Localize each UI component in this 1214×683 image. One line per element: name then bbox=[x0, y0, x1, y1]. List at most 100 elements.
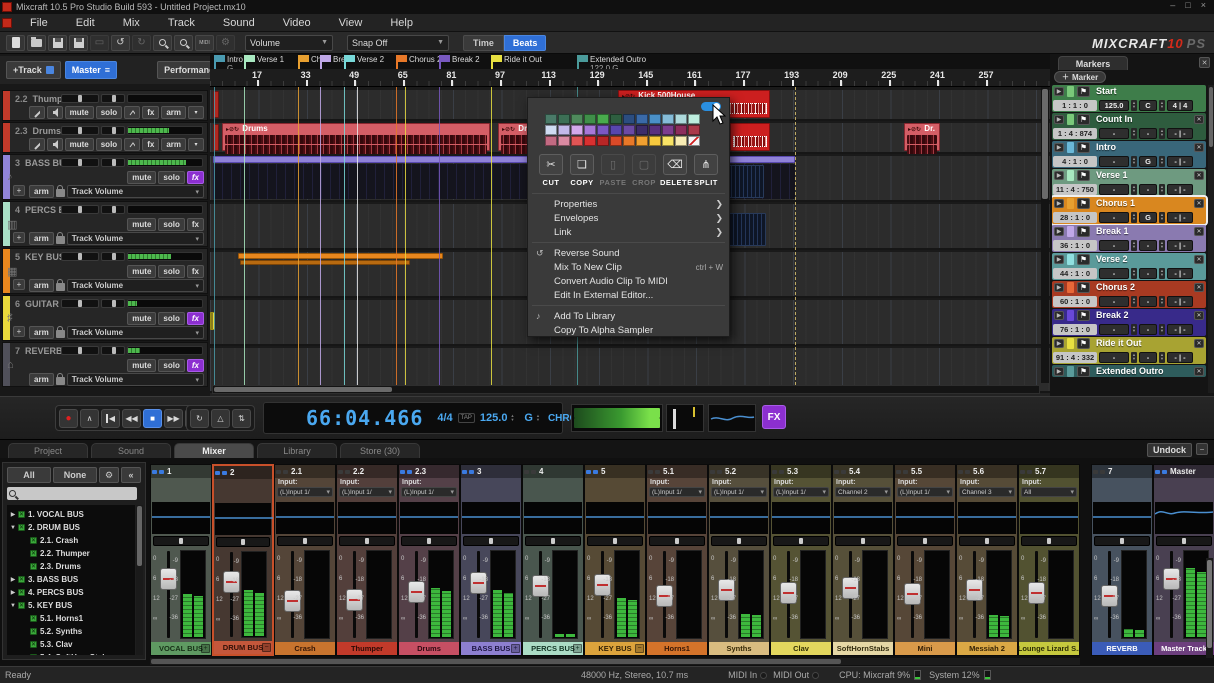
key-spinner[interactable]: ▲▼ bbox=[1159, 268, 1165, 279]
expand-icon[interactable]: ▶ bbox=[1054, 115, 1064, 124]
arrange-vertical-scrollbar[interactable] bbox=[1041, 87, 1049, 383]
rewind-button[interactable]: ◀◀ bbox=[122, 409, 141, 428]
channel-collapse-toggle[interactable]: + bbox=[201, 644, 210, 653]
color-swatch[interactable] bbox=[610, 114, 622, 124]
tree-item-2-drum-bus[interactable]: ▼✕2. DRUM BUS bbox=[7, 521, 135, 534]
marker-timesig[interactable]: - | - bbox=[1167, 184, 1193, 195]
mixer-strip-5.5[interactable]: 5.5Input:(L)Input 1/▾0612∞-9-18-27-36Min… bbox=[894, 464, 956, 656]
channel-eq-display[interactable] bbox=[524, 502, 582, 534]
mixer-strip-2.2[interactable]: 2.2Input:(L)Input 1/▾0612∞-9-18-27-36Thu… bbox=[336, 464, 398, 656]
tree-item-3-bass-bus[interactable]: ▶✕3. BASS BUS bbox=[7, 573, 135, 586]
scrollbar-thumb[interactable] bbox=[214, 387, 392, 392]
input-dropdown[interactable]: (L)Input 1/▾ bbox=[773, 487, 829, 497]
pan-slider[interactable] bbox=[153, 536, 209, 546]
marker-tempo[interactable]: - bbox=[1099, 184, 1129, 195]
metronome-button[interactable]: △ bbox=[211, 409, 230, 428]
marker-row-chorus-2[interactable]: ▶⚑Chorus 2✕60 : 1 : 0-▲▼-▲▼- | - bbox=[1052, 281, 1206, 308]
pan-slider[interactable] bbox=[587, 536, 643, 546]
marker-position[interactable]: 11 : 4 : 750 bbox=[1053, 184, 1097, 195]
marker-tempo[interactable]: - bbox=[1099, 212, 1129, 223]
scrollbar-thumb[interactable] bbox=[1207, 560, 1212, 648]
track-pan-slider[interactable] bbox=[61, 158, 99, 167]
track-header-4[interactable]: 4PERCS BUS▥mutesolofxarmTrack Volume▾+ bbox=[2, 201, 208, 247]
automation-mode-dropdown[interactable]: Volume▼ bbox=[245, 35, 333, 51]
marker-key[interactable]: - bbox=[1139, 240, 1157, 251]
marker-row-break-1[interactable]: ▶⚑Break 1✕36 : 1 : 0-▲▼-▲▼- | - bbox=[1052, 225, 1206, 252]
tab-mixer[interactable]: Mixer bbox=[174, 443, 254, 458]
tab-sound[interactable]: Sound bbox=[91, 443, 171, 458]
markers-close-button[interactable]: ✕ bbox=[1199, 57, 1210, 68]
tempo-spinner[interactable]: ▲▼ bbox=[1131, 184, 1137, 195]
input-dropdown[interactable]: All▾ bbox=[1021, 487, 1077, 497]
flag-icon[interactable]: ⚑ bbox=[1077, 226, 1090, 237]
input-dropdown[interactable]: Channel 3▾ bbox=[959, 487, 1015, 497]
color-swatch[interactable] bbox=[597, 136, 609, 146]
mixer-strip-3[interactable]: 30612∞-9-18-27-36BASS BUS+ bbox=[460, 464, 522, 656]
marker-color-chip[interactable] bbox=[1067, 366, 1074, 377]
track-volume-slider[interactable] bbox=[101, 252, 125, 261]
pan-slider[interactable] bbox=[1094, 536, 1150, 546]
marker-row-start[interactable]: ▶⚑Start1 : 1 : 0125.0▲▼C▲▼4 | 4 bbox=[1052, 85, 1206, 112]
marker-color-chip[interactable] bbox=[1067, 198, 1074, 209]
menu-item-envelopes[interactable]: Envelopes❯ bbox=[528, 211, 731, 225]
channel-eq-display[interactable] bbox=[462, 502, 520, 534]
key-display[interactable]: G bbox=[524, 412, 533, 424]
tempo-spinner[interactable]: ▲▼ bbox=[1131, 128, 1137, 139]
color-swatch[interactable] bbox=[545, 136, 557, 146]
pan-slider[interactable] bbox=[525, 536, 581, 546]
menu-item-edit-in-external-editor-[interactable]: Edit In External Editor... bbox=[528, 288, 731, 302]
marker-color-chip[interactable] bbox=[1067, 310, 1074, 321]
track-automation-dropdown[interactable]: Track Volume▾ bbox=[67, 185, 204, 198]
menu-sound[interactable]: Sound bbox=[209, 15, 269, 31]
mixer-strip-5[interactable]: 50612∞-9-18-27-36KEY BUS− bbox=[584, 464, 646, 656]
marker-tempo[interactable]: - bbox=[1099, 352, 1129, 363]
channel-name[interactable]: Synths bbox=[709, 642, 769, 655]
color-swatch[interactable] bbox=[636, 114, 648, 124]
tap-tempo-button[interactable]: TAP bbox=[458, 413, 475, 423]
channel-name[interactable]: Master Track bbox=[1154, 642, 1214, 655]
channel-eq-display[interactable] bbox=[400, 502, 458, 534]
tab-library[interactable]: Library bbox=[257, 443, 337, 458]
track-pan-slider[interactable] bbox=[61, 205, 99, 214]
track-pan-slider[interactable] bbox=[61, 299, 99, 308]
channel-collapse-toggle[interactable]: + bbox=[573, 644, 582, 653]
color-swatch[interactable] bbox=[662, 136, 674, 146]
checkbox-icon[interactable]: ✕ bbox=[30, 628, 37, 635]
flag-icon[interactable]: ⚑ bbox=[1077, 170, 1090, 181]
checkbox-icon[interactable]: ✕ bbox=[18, 602, 25, 609]
channel-name[interactable]: Crash bbox=[275, 642, 335, 655]
arm-button[interactable]: arm bbox=[29, 232, 54, 245]
menu-item-copy-to-alpha-sampler[interactable]: Copy To Alpha Sampler bbox=[528, 323, 731, 337]
tempo-spinner[interactable]: ▲▼ bbox=[1131, 212, 1137, 223]
solo-button[interactable]: solo bbox=[158, 265, 184, 278]
audio-clip-selected[interactable] bbox=[730, 123, 770, 151]
channel-name[interactable]: Horns1 bbox=[647, 642, 707, 655]
brush-icon-button[interactable] bbox=[29, 106, 45, 119]
mixer-strip-5.6[interactable]: 5.6Input:Channel 3▾0612∞-9-18-27-36Messi… bbox=[956, 464, 1018, 656]
channel-eq-display[interactable] bbox=[648, 502, 706, 534]
tree-item-4-percs-bus[interactable]: ▶✕4. PERCS BUS bbox=[7, 586, 135, 599]
track-pan-slider[interactable] bbox=[61, 126, 99, 135]
track-volume-slider[interactable] bbox=[101, 158, 125, 167]
brush-icon-button[interactable] bbox=[29, 138, 45, 151]
marker-position[interactable]: 36 : 1 : 0 bbox=[1053, 240, 1097, 251]
marker-key[interactable]: - bbox=[1139, 128, 1157, 139]
markers-scrollbar[interactable] bbox=[1208, 85, 1214, 393]
marker-tempo[interactable]: - bbox=[1099, 268, 1129, 279]
channel-eq-display[interactable] bbox=[152, 502, 210, 534]
marker-tempo[interactable]: - bbox=[1099, 128, 1129, 139]
tempo-spinner[interactable]: ▲▼ bbox=[1131, 352, 1137, 363]
marker-timesig[interactable]: - | - bbox=[1167, 324, 1193, 335]
arm-button[interactable]: arm bbox=[29, 279, 54, 292]
record-button[interactable]: ● bbox=[59, 409, 78, 428]
marker-row-intro[interactable]: ▶⚑Intro✕4 : 1 : 0-▲▼G▲▼- | - bbox=[1052, 141, 1206, 168]
color-swatch[interactable] bbox=[675, 125, 687, 135]
mixer-strip-5.1[interactable]: 5.1Input:(L)Input 1/▾0612∞-9-18-27-36Hor… bbox=[646, 464, 708, 656]
color-swatch[interactable] bbox=[584, 114, 596, 124]
channel-eq-display[interactable] bbox=[896, 502, 954, 534]
loop-button[interactable]: ↻ bbox=[190, 409, 209, 428]
audio-clip-drums[interactable]: ▸⊘↻ Drums bbox=[222, 123, 490, 151]
color-swatch[interactable] bbox=[688, 114, 700, 124]
checkbox-icon[interactable]: ✕ bbox=[18, 524, 25, 531]
marker-delete-button[interactable]: ✕ bbox=[1194, 283, 1204, 292]
